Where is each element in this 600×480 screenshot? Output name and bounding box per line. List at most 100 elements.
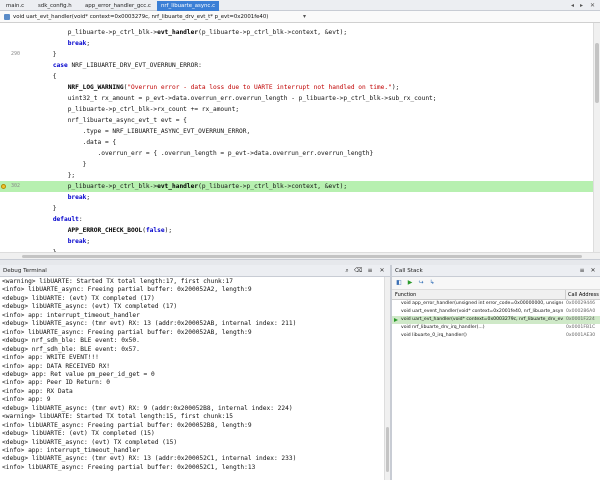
terminal-line: <info> app: Peer ID Return: 0 (2, 379, 111, 387)
call-stack-title: Call Stack (395, 268, 423, 274)
code-line[interactable]: default: (0, 214, 593, 225)
call-stack-row[interactable]: void libuarte_0_irq_handler() 0x0001AE30 (392, 332, 600, 340)
code-text: .data = { (23, 137, 117, 148)
chevron-left-icon[interactable]: ◂ (568, 1, 577, 10)
code-line[interactable]: } (0, 203, 593, 214)
call-stack-row[interactable]: void nrf_libuarte_drv_irq_handler(...) 0x… (392, 324, 600, 332)
code-line[interactable]: APP_ERROR_CHECK_BOOL(false); (0, 225, 593, 236)
step-into-icon[interactable]: ↳ (428, 279, 436, 287)
code-token: }; (23, 172, 76, 179)
code-line[interactable]: break; (0, 38, 593, 49)
menu-icon[interactable]: ≡ (366, 267, 374, 275)
terminal-line: <debug> app: Ret value pm_peer_id_get = … (2, 370, 155, 378)
code-line[interactable]: case NRF_LIBUARTE_DRV_EVT_OVERRUN_ERROR: (0, 60, 593, 71)
code-text: p_libuarte->p_ctrl_blk->evt_handler(p_li… (23, 27, 347, 38)
code-text: case NRF_LIBUARTE_DRV_EVT_OVERRUN_ERROR: (23, 60, 202, 71)
code-text: }; (23, 170, 75, 181)
code-line[interactable]: uint32_t rx_amount = p_evt->data.overrun… (0, 93, 593, 104)
code-token: uint32_t rx_amount = p_evt->data.overrun… (23, 95, 437, 102)
code-token: ); (391, 84, 400, 91)
code-line[interactable]: nrf_libuarte_async_evt_t evt = { (0, 115, 593, 126)
call-stack-address: 0x0001AE30 (566, 333, 596, 338)
code-text: uint32_t rx_amount = p_evt->data.overrun… (23, 93, 437, 104)
call-stack-function: void uart_event_handler(void* context=0x… (401, 309, 563, 314)
code-token: (p_libuarte->p_ctrl_blk->context, &evt); (198, 29, 348, 36)
close-icon[interactable]: ✕ (588, 1, 597, 10)
call-stack-address: 0x0001FB1C (566, 325, 596, 330)
code-text: break; (23, 192, 90, 203)
chevron-down-icon[interactable]: ▾ (303, 11, 306, 23)
code-editor[interactable]: p_libuarte->p_ctrl_blk->evt_handler(p_li… (0, 23, 600, 252)
tab-nrf-libuarte-async-c[interactable]: nrf_libuarte_async.c (157, 1, 220, 11)
call-stack-function: void uart_evt_handler(void* context=0x00… (401, 317, 563, 322)
call-stack-toolbar: ◧ ▶ ↪ ↳ (392, 277, 600, 290)
code-line[interactable]: break; (0, 236, 593, 247)
function-dropdown[interactable]: void uart_evt_handler(void* context=0x00… (0, 11, 600, 23)
call-stack-function: void nrf_libuarte_drv_irq_handler(...) (401, 325, 485, 330)
code-line[interactable]: } (0, 159, 593, 170)
scrollbar-thumb[interactable] (22, 255, 582, 258)
current-code-line[interactable]: 302 p_libuarte->p_ctrl_blk->evt_handler(… (0, 181, 593, 192)
code-token: ); (164, 227, 173, 234)
editor-horizontal-scrollbar[interactable] (0, 252, 600, 260)
code-line[interactable]: { (0, 71, 593, 82)
clear-icon[interactable]: ⌫ (354, 267, 362, 275)
terminal-line: <info> app: interrupt_timeout_handler (2, 447, 140, 454)
code-line[interactable]: 290 } (0, 49, 593, 60)
code-line[interactable]: .overrun_err = { .overrun_length = p_evt… (0, 148, 593, 159)
code-line[interactable]: break; (0, 192, 593, 203)
call-stack-row[interactable]: void app_error_handler(unsigned int erro… (392, 300, 600, 308)
terminal-line: <info> app: DATA RECEIVED RX! (2, 362, 111, 370)
code-token: ; (86, 40, 91, 47)
hide-icon[interactable]: ◧ (395, 279, 403, 287)
code-token: .data = { (23, 139, 117, 146)
code-line[interactable]: p_libuarte->p_ctrl_blk->rx_count += rx_a… (0, 104, 593, 115)
terminal-line: <debug> libUARTE_async: (evt) TX complet… (2, 438, 178, 446)
code-line[interactable]: .type = NRF_LIBUARTE_ASYNC_EVT_OVERRUN_E… (0, 126, 593, 137)
code-text: .overrun_err = { .overrun_length = p_evt… (23, 148, 374, 159)
tab-sdk-config-h[interactable]: sdk_config.h (34, 1, 76, 11)
line-number: 302 (10, 183, 20, 189)
menu-icon[interactable]: ≡ (578, 267, 586, 275)
terminal-line: <debug> libUARTE_async: (tmr evt) RX: 9 … (2, 404, 293, 412)
run-to-icon[interactable]: ▶ (406, 279, 414, 287)
terminal-line: <info> libUARTE_async: Freeing partial b… (2, 463, 256, 471)
function-dropdown-value: void uart_evt_handler(void* context=0x00… (13, 14, 269, 20)
column-function[interactable]: Function (395, 290, 416, 300)
code-token: p_libuarte->p_ctrl_blk->rx_count += rx_a… (23, 106, 240, 113)
step-over-icon[interactable]: ↪ (417, 279, 425, 287)
code-line[interactable]: NRF_LOG_WARNING("Overrun error - data lo… (0, 82, 593, 93)
close-icon[interactable]: ✕ (378, 267, 386, 275)
tab-app-error-handler-gcc-c[interactable]: app_error_handler_gcc.c (81, 1, 155, 11)
tab-main-c[interactable]: main.c (2, 1, 28, 11)
editor-vertical-scrollbar[interactable] (593, 23, 600, 252)
code-line[interactable]: }; (0, 170, 593, 181)
code-token: ; (86, 238, 91, 245)
code-text: .type = NRF_LIBUARTE_ASYNC_EVT_OVERRUN_E… (23, 126, 251, 137)
code-token: case (52, 62, 68, 69)
scrollbar-thumb[interactable] (386, 427, 389, 472)
terminal-line: <info> libUARTE_async: Freeing partial b… (2, 328, 252, 336)
call-stack-row[interactable]: void uart_event_handler(void* context=0x… (392, 308, 600, 316)
call-stack-row[interactable]: void uart_evt_handler(void* context=0x00… (392, 316, 600, 324)
terminal-line: <info> app: interrupt_timeout_handler (2, 311, 140, 319)
terminal-line: <info> app: WRITE EVENT!!! (2, 354, 99, 362)
code-token: } (23, 205, 57, 212)
find-icon[interactable]: ⌕ (343, 267, 351, 275)
debug-terminal-output[interactable]: <warning> libUARTE: Started TX total len… (0, 277, 384, 480)
code-text: } (23, 203, 57, 214)
chevron-right-icon[interactable]: ▸ (577, 1, 586, 10)
close-icon[interactable]: ✕ (589, 267, 597, 275)
scrollbar-thumb[interactable] (595, 43, 599, 103)
column-call-address[interactable]: Call Address (565, 290, 599, 300)
code-token: break (67, 238, 87, 245)
terminal-line: <info> libUARTE_async: Freeing partial b… (2, 421, 252, 429)
code-line[interactable]: p_libuarte->p_ctrl_blk->evt_handler(p_li… (0, 27, 593, 38)
code-line[interactable]: .data = { (0, 137, 593, 148)
terminal-line: <debug> libUARTE: (evt) TX completed (15… (2, 430, 155, 438)
code-text: NRF_LOG_WARNING("Overrun error - data lo… (23, 82, 400, 93)
